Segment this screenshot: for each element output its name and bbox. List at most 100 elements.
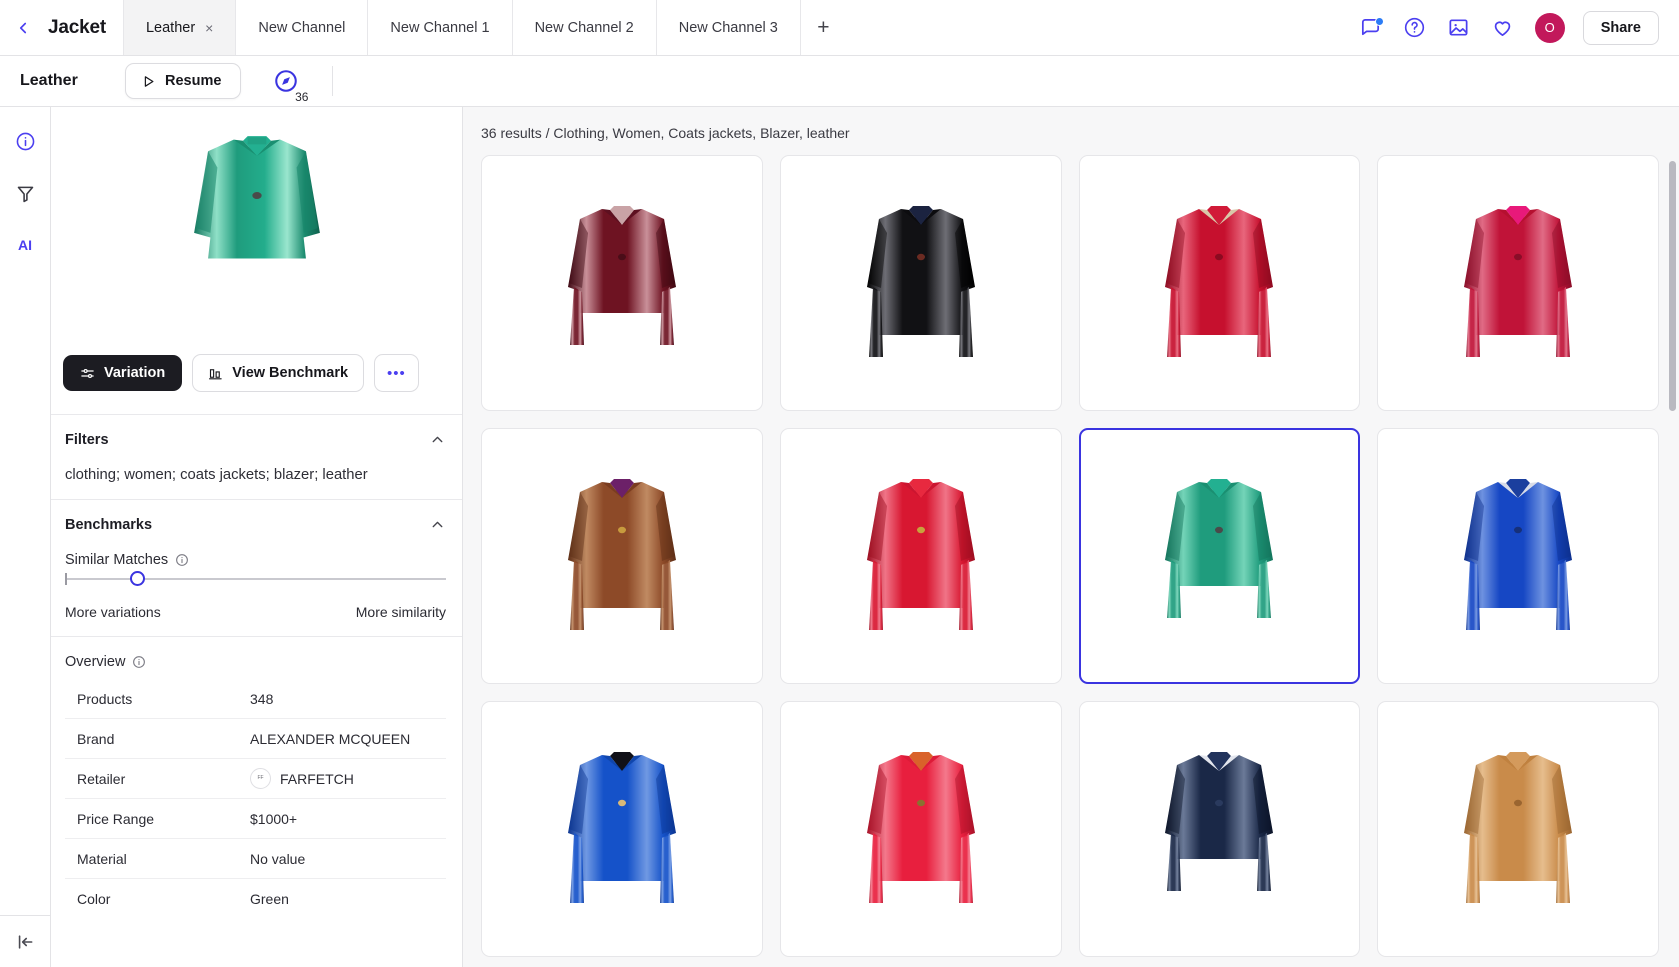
filter-icon <box>15 183 36 204</box>
jacket-illustration <box>1454 195 1582 371</box>
farfetch-logo-icon: FF <box>250 768 271 789</box>
table-row: Products 348 <box>65 679 446 719</box>
overview-key: Color <box>65 891 250 907</box>
product-card[interactable] <box>1079 155 1361 411</box>
results-pane: 36 results / Clothing, Women, Coats jack… <box>463 107 1679 967</box>
rail-item-filter[interactable] <box>8 173 42 213</box>
view-benchmark-button[interactable]: View Benchmark <box>192 354 364 392</box>
topbar-actions: O <box>1359 0 1583 55</box>
collapse-left-icon <box>15 932 35 952</box>
product-card[interactable] <box>1079 701 1361 957</box>
add-tab-button[interactable]: + <box>800 0 846 55</box>
rail-item-ai[interactable]: AI <box>8 225 42 265</box>
product-card[interactable] <box>1377 155 1659 411</box>
sub-toolbar: Leather Resume 36 <box>0 56 1679 107</box>
jacket-illustration <box>1454 741 1582 917</box>
app-title: Jacket <box>46 0 124 55</box>
jacket-illustration <box>558 468 686 644</box>
filters-section: Filters clothing; women; coats jackets; … <box>51 415 462 500</box>
slider-right-label: More similarity <box>356 604 446 620</box>
jacket-illustration <box>1155 468 1283 644</box>
rail-item-info[interactable] <box>8 121 42 161</box>
info-circle-icon[interactable] <box>175 553 189 567</box>
product-image <box>1155 741 1283 917</box>
benchmarks-title: Benchmarks <box>65 517 152 533</box>
product-card[interactable] <box>780 155 1062 411</box>
product-image <box>857 195 985 371</box>
jacket-illustration <box>1454 468 1582 644</box>
chat-unread-badge <box>1375 17 1384 26</box>
explore-count-badge: 36 <box>295 90 308 104</box>
jacket-illustration <box>857 741 985 917</box>
tab-leather[interactable]: Leather × <box>123 0 236 55</box>
collapse-panel-button[interactable] <box>0 915 50 967</box>
sliders-icon <box>80 366 95 381</box>
info-circle-icon[interactable] <box>132 655 146 669</box>
slider-start-tick <box>65 573 67 585</box>
app-root: Jacket Leather × New Channel New Channel… <box>0 0 1679 967</box>
help-circle-icon[interactable] <box>1403 16 1427 40</box>
jacket-illustration <box>1155 741 1283 917</box>
tab-new-channel[interactable]: New Channel <box>235 0 368 55</box>
explore-button[interactable]: 36 <box>264 59 308 103</box>
product-card[interactable] <box>481 428 763 684</box>
chat-icon[interactable] <box>1359 16 1383 40</box>
product-card[interactable] <box>481 155 763 411</box>
overview-value: $1000+ <box>250 811 297 827</box>
similar-matches-label-row: Similar Matches <box>65 533 446 568</box>
tab-new-channel-2[interactable]: New Channel 2 <box>512 0 657 55</box>
heart-icon[interactable] <box>1491 16 1515 40</box>
image-icon[interactable] <box>1447 16 1471 40</box>
variation-label: Variation <box>104 365 165 381</box>
bar-chart-icon <box>208 366 223 381</box>
table-row: Brand ALEXANDER MCQUEEN <box>65 719 446 759</box>
back-button[interactable] <box>0 0 46 55</box>
share-wrap: Share <box>1583 0 1679 55</box>
detail-panel: Variation View Benchmark ••• Filters <box>51 107 463 967</box>
hero-section <box>51 107 462 326</box>
chevron-up-icon[interactable] <box>429 516 446 533</box>
chevron-left-icon <box>14 19 32 37</box>
product-image <box>1454 468 1582 644</box>
jacket-illustration <box>558 741 686 917</box>
left-rail: AI <box>0 107 51 967</box>
more-options-button[interactable]: ••• <box>374 354 419 392</box>
resume-button[interactable]: Resume <box>125 63 241 99</box>
similar-matches-label: Similar Matches <box>65 552 168 568</box>
jacket-illustration <box>857 195 985 371</box>
avatar[interactable]: O <box>1535 13 1565 43</box>
chevron-up-icon[interactable] <box>429 431 446 448</box>
share-button[interactable]: Share <box>1583 11 1659 45</box>
overview-header: Overview <box>51 637 462 679</box>
product-card[interactable] <box>1079 428 1361 684</box>
jacket-illustration <box>558 195 686 371</box>
tab-label: New Channel 3 <box>679 20 778 36</box>
toolbar-divider <box>332 66 333 96</box>
tab-label: New Channel <box>258 20 345 36</box>
product-card[interactable] <box>481 701 763 957</box>
product-card[interactable] <box>1377 428 1659 684</box>
product-image <box>1454 195 1582 371</box>
channel-title: Leather <box>20 72 100 90</box>
slider-knob[interactable] <box>130 571 145 586</box>
variation-button[interactable]: Variation <box>63 355 182 391</box>
tab-new-channel-3[interactable]: New Channel 3 <box>656 0 801 55</box>
product-card[interactable] <box>780 428 1062 684</box>
product-image <box>857 741 985 917</box>
close-icon[interactable]: × <box>205 21 213 35</box>
overview-title: Overview <box>65 654 125 670</box>
table-row: Price Range $1000+ <box>65 799 446 839</box>
product-image <box>857 468 985 644</box>
tab-new-channel-1[interactable]: New Channel 1 <box>367 0 512 55</box>
similar-matches-slider[interactable] <box>65 568 446 590</box>
product-card[interactable] <box>1377 701 1659 957</box>
detail-action-buttons: Variation View Benchmark ••• <box>51 326 462 415</box>
benchmarks-header[interactable]: Benchmarks <box>65 516 446 533</box>
hero-product-image[interactable] <box>181 121 333 326</box>
jacket-illustration <box>857 468 985 644</box>
product-card[interactable] <box>780 701 1062 957</box>
results-scrollbar[interactable] <box>1669 161 1676 411</box>
filters-header[interactable]: Filters <box>65 431 446 448</box>
tab-label: New Channel 1 <box>390 20 489 36</box>
overview-value: 348 <box>250 691 273 707</box>
